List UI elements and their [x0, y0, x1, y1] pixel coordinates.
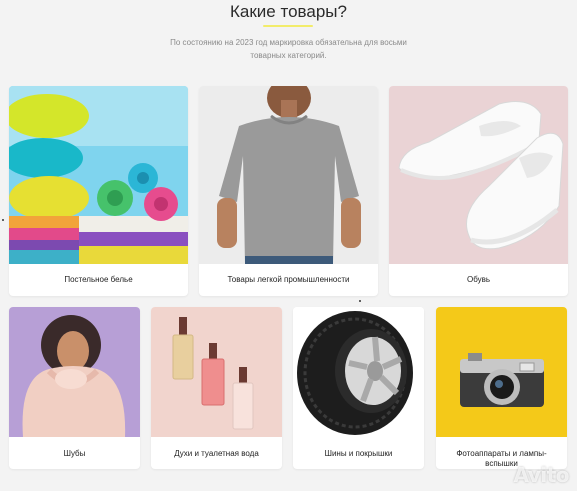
category-card-cameras[interactable]: Фотоаппараты и лампы-вспышки: [436, 307, 567, 469]
category-label: Шубы: [63, 449, 86, 458]
fur-coat-photo: [9, 307, 140, 437]
category-card-footwear[interactable]: Обувь: [389, 86, 568, 296]
sneakers-photo: [389, 86, 568, 264]
category-card-tires[interactable]: Шины и покрышки: [293, 307, 424, 469]
perfume-photo: [151, 307, 282, 437]
page-title: Какие товары?: [230, 2, 347, 21]
subtitle-line-1: По состоянию на 2023 год маркировка обяз…: [170, 38, 407, 47]
title-underline: [263, 25, 313, 27]
subtitle: По состоянию на 2023 год маркировка обяз…: [140, 36, 437, 62]
camera-photo: [436, 307, 567, 437]
tshirt-photo: [199, 86, 378, 264]
category-label: Духи и туалетная вода: [174, 449, 259, 458]
category-label: Товары легкой промышленности: [227, 275, 350, 284]
subtitle-line-2: товарных категорий.: [250, 51, 327, 60]
category-card-bedding[interactable]: Постельное белье: [9, 86, 188, 296]
avito-watermark: Avito: [513, 463, 570, 487]
category-card-perfume[interactable]: Духи и туалетная вода: [151, 307, 282, 469]
category-label: Обувь: [466, 275, 491, 284]
category-card-light-industry[interactable]: Товары легкой промышленности: [199, 86, 378, 296]
bedding-photo: [9, 86, 188, 264]
decorative-dot: [359, 300, 361, 302]
tire-photo: [293, 307, 424, 437]
category-label: Шины и покрышки: [324, 449, 393, 458]
category-card-fur[interactable]: Шубы: [9, 307, 140, 469]
decorative-dot: [2, 219, 4, 221]
category-label: Постельное белье: [64, 275, 133, 284]
